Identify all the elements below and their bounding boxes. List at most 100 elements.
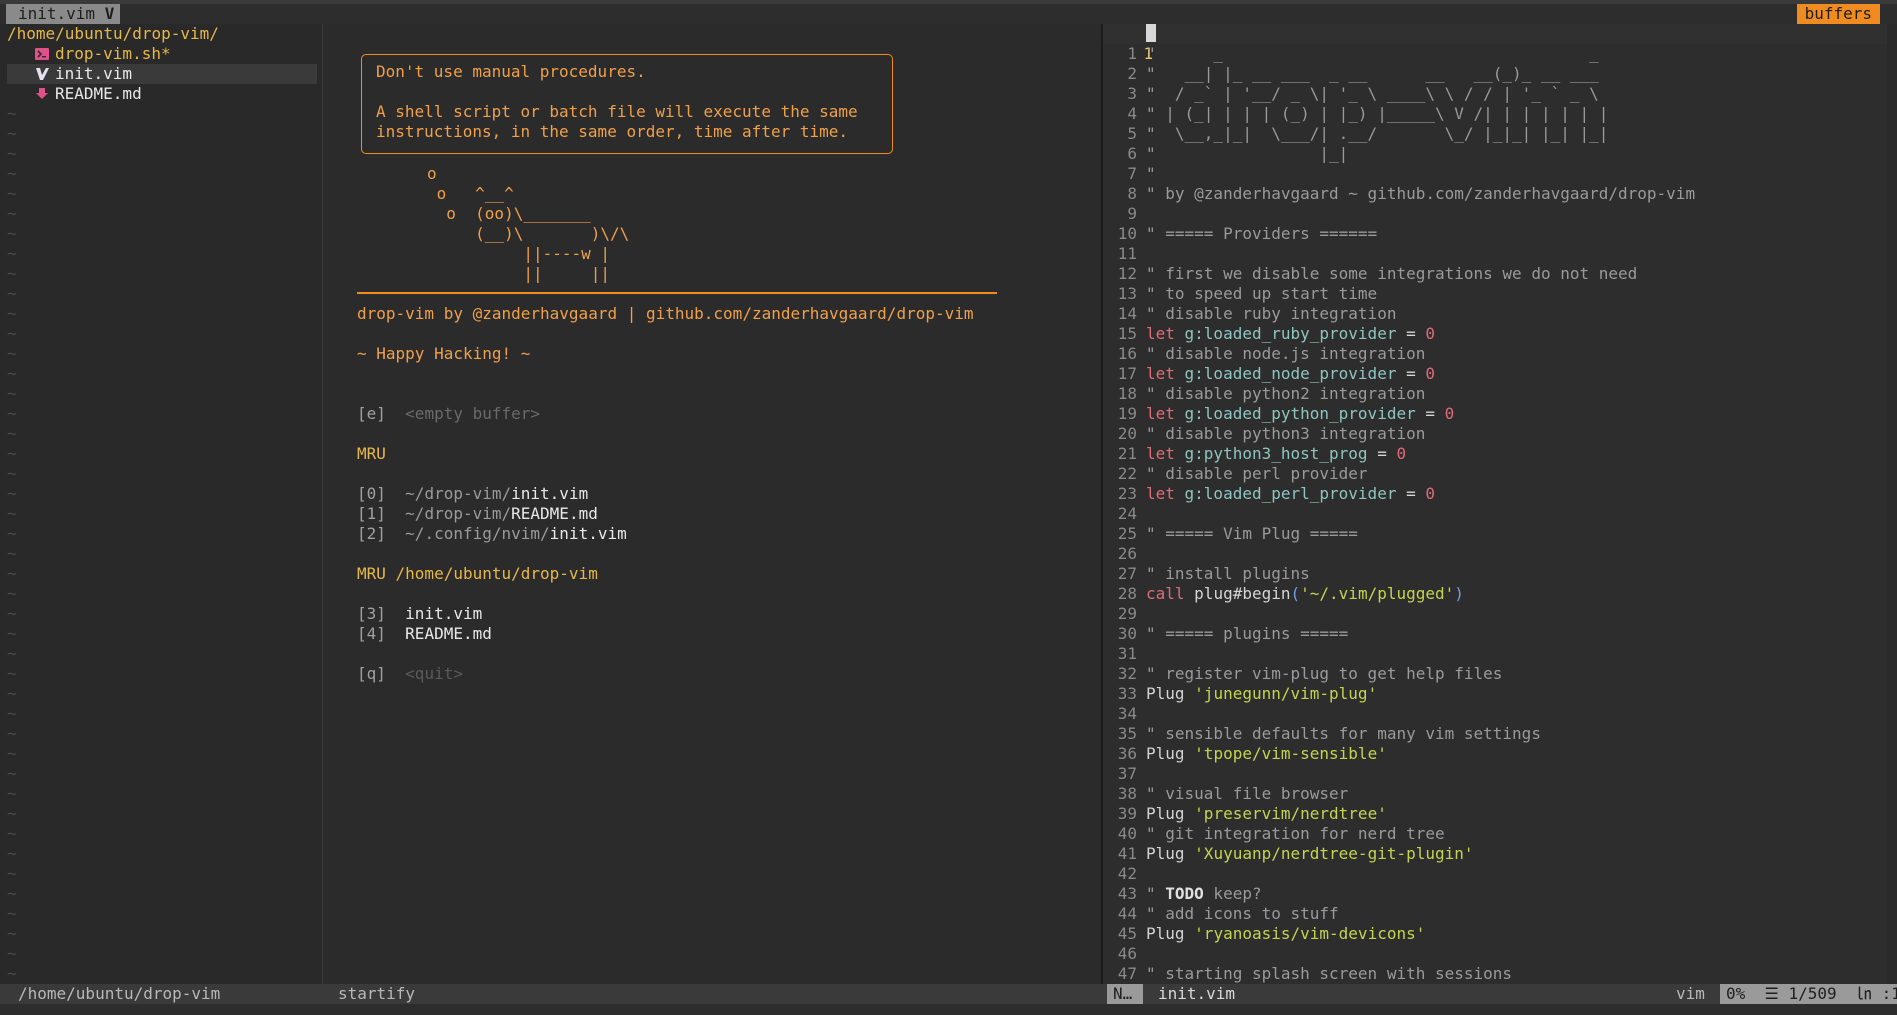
- code-token: 0: [1425, 324, 1435, 343]
- empty-line-marker: ~: [7, 184, 17, 203]
- code-line[interactable]: 6 " |_|: [1103, 144, 1887, 164]
- code-line[interactable]: 47 " starting splash screen with sessions: [1103, 964, 1887, 984]
- quit-entry[interactable]: [q] <quit>: [357, 664, 463, 684]
- line-text: let g:python3_host_prog = 0: [1146, 444, 1406, 464]
- buffers-label[interactable]: buffers: [1796, 4, 1880, 24]
- code-token: g:loaded_perl_provider: [1184, 484, 1397, 503]
- code-line[interactable]: 32 " register vim-plug to get help files: [1103, 664, 1887, 684]
- tree-item[interactable]: README.md: [7, 84, 317, 104]
- line-number: 3: [1127, 84, 1137, 103]
- code-token: " ===== Providers ======: [1146, 224, 1378, 243]
- tab-init-vim[interactable]: init.vim V: [6, 4, 121, 24]
- code-line[interactable]: 17 let g:loaded_node_provider = 0: [1103, 364, 1887, 384]
- line-number: 9: [1127, 204, 1137, 223]
- code-line[interactable]: 36 Plug 'tpope/vim-sensible': [1103, 744, 1887, 764]
- empty-line-marker: ~: [7, 364, 17, 383]
- code-line[interactable]: 11: [1103, 244, 1887, 264]
- tree-root-path[interactable]: /home/ubuntu/drop-vim/: [7, 24, 219, 44]
- code-line[interactable]: 9: [1103, 204, 1887, 224]
- code-line[interactable]: 29: [1103, 604, 1887, 624]
- code-token: 'junegunn/vim-plug': [1194, 684, 1378, 703]
- mru-dir-entry[interactable]: [3] init.vim: [357, 604, 482, 624]
- code-line[interactable]: 3 " / _` | '__/ _ \| '_ \ ____\ \ / / | '…: [1103, 84, 1887, 104]
- code-line[interactable]: 45 Plug 'ryanoasis/vim-devicons': [1103, 924, 1887, 944]
- code-line[interactable]: 22 " disable perl provider: [1103, 464, 1887, 484]
- code-line[interactable]: 21 let g:python3_host_prog = 0: [1103, 444, 1887, 464]
- code-line[interactable]: 38 " visual file browser: [1103, 784, 1887, 804]
- code-line[interactable]: 30 " ===== plugins =====: [1103, 624, 1887, 644]
- tree-item-label: README.md: [55, 84, 142, 103]
- code-line[interactable]: 14 " disable ruby integration: [1103, 304, 1887, 324]
- empty-line-marker: ~: [7, 144, 17, 163]
- code-line[interactable]: 5 " \__,_|_| \___/| .__/ \_/ |_|_| |_| |_…: [1103, 124, 1887, 144]
- entry-key: [2]: [357, 524, 386, 543]
- code-line[interactable]: 42: [1103, 864, 1887, 884]
- code-line[interactable]: 46: [1103, 944, 1887, 964]
- line-text: " disable perl provider: [1146, 464, 1368, 484]
- editor-pane[interactable]: 1 1 " _ _ 2 " __| |_ __ ___ _ __ __ __(_)_ …: [1103, 24, 1887, 984]
- code-line[interactable]: 28 call plug#begin('~/.vim/plugged'): [1103, 584, 1887, 604]
- code-token: Plug: [1146, 844, 1195, 863]
- code-line[interactable]: 27 " install plugins: [1103, 564, 1887, 584]
- mru-dir-entry[interactable]: [4] README.md: [357, 624, 492, 644]
- tree-item[interactable]: init.vim: [7, 64, 317, 84]
- empty-line-marker: ~: [7, 624, 17, 643]
- code-line[interactable]: 41 Plug 'Xuyuanp/nerdtree-git-plugin': [1103, 844, 1887, 864]
- status-filename: init.vim: [1158, 984, 1236, 1003]
- tree-item[interactable]: drop-vim.sh*: [7, 44, 317, 64]
- credit-line: drop-vim by @zanderhavgaard | github.com…: [357, 304, 974, 323]
- empty-buffer-entry[interactable]: [e] <empty buffer>: [357, 404, 540, 424]
- code-line[interactable]: 4 " | (_| | | | (_) | |_) |_____\ V /| | …: [1103, 104, 1887, 124]
- code-token: " disable python3 integration: [1146, 424, 1426, 443]
- line-number: 28: [1117, 584, 1137, 603]
- code-line[interactable]: 23 let g:loaded_perl_provider = 0: [1103, 484, 1887, 504]
- code-line[interactable]: 10 " ===== Providers ======: [1103, 224, 1887, 244]
- code-token: plug#begin: [1194, 584, 1291, 603]
- empty-line-marker: ~: [7, 324, 17, 343]
- code-line[interactable]: 39 Plug 'preservim/nerdtree': [1103, 804, 1887, 824]
- code-line[interactable]: 2 " __| |_ __ ___ _ __ __ __(_)_ __ ___: [1103, 64, 1887, 84]
- line-number: 35: [1117, 724, 1137, 743]
- line-text: " install plugins: [1146, 564, 1310, 584]
- command-line[interactable]: [0, 1004, 1897, 1015]
- line-text: let g:loaded_perl_provider = 0: [1146, 484, 1435, 504]
- code-token: " install plugins: [1146, 564, 1310, 583]
- empty-line-marker: ~: [7, 604, 17, 623]
- status-filetype: vim: [1676, 984, 1705, 1003]
- code-line[interactable]: 1 " _ _: [1103, 44, 1887, 64]
- mru-entry[interactable]: [2] ~/.config/nvim/init.vim: [357, 524, 627, 544]
- code-line[interactable]: 7 ": [1103, 164, 1887, 184]
- empty-line-marker: ~: [7, 804, 17, 823]
- line-number: 13: [1117, 284, 1137, 303]
- code-line[interactable]: 26: [1103, 544, 1887, 564]
- code-line[interactable]: 18 " disable python2 integration: [1103, 384, 1887, 404]
- code-line[interactable]: 44 " add icons to stuff: [1103, 904, 1887, 924]
- entry-file: init.vim: [549, 524, 627, 543]
- line-number: 2: [1127, 64, 1137, 83]
- code-line[interactable]: 15 let g:loaded_ruby_provider = 0: [1103, 324, 1887, 344]
- cursor-line[interactable]: 1: [1103, 24, 1887, 63]
- code-line[interactable]: 12 " first we disable some integrations w…: [1103, 264, 1887, 284]
- code-line[interactable]: 25 " ===== Vim Plug =====: [1103, 524, 1887, 544]
- code-line[interactable]: 34: [1103, 704, 1887, 724]
- cursor-position: 0% ☰ 1/509 ㏑ :1: [1720, 984, 1897, 1004]
- code-line[interactable]: 31: [1103, 644, 1887, 664]
- code-line[interactable]: 24: [1103, 504, 1887, 524]
- code-line[interactable]: 40 " git integration for nerd tree: [1103, 824, 1887, 844]
- entry-file: init.vim: [405, 604, 483, 623]
- code-line[interactable]: 16 " disable node.js integration: [1103, 344, 1887, 364]
- tree-item-label: drop-vim.sh*: [55, 44, 171, 63]
- code-line[interactable]: 33 Plug 'junegunn/vim-plug': [1103, 684, 1887, 704]
- line-number: 34: [1117, 704, 1137, 723]
- mru-entry[interactable]: [1] ~/drop-vim/README.md: [357, 504, 598, 524]
- code-line[interactable]: 19 let g:loaded_python_provider = 0: [1103, 404, 1887, 424]
- code-line[interactable]: 20 " disable python3 integration: [1103, 424, 1887, 444]
- code-line[interactable]: 13 " to speed up start time: [1103, 284, 1887, 304]
- mru-entry[interactable]: [0] ~/drop-vim/init.vim: [357, 484, 588, 504]
- code-line[interactable]: 35 " sensible defaults for many vim setti…: [1103, 724, 1887, 744]
- code-line[interactable]: 8 " by @zanderhavgaard ~ github.com/zande…: [1103, 184, 1887, 204]
- mru-dir-header: MRU /home/ubuntu/drop-vim: [357, 564, 598, 583]
- code-line[interactable]: 43 " TODO keep?: [1103, 884, 1887, 904]
- line-number: 30: [1117, 624, 1137, 643]
- code-line[interactable]: 37: [1103, 764, 1887, 784]
